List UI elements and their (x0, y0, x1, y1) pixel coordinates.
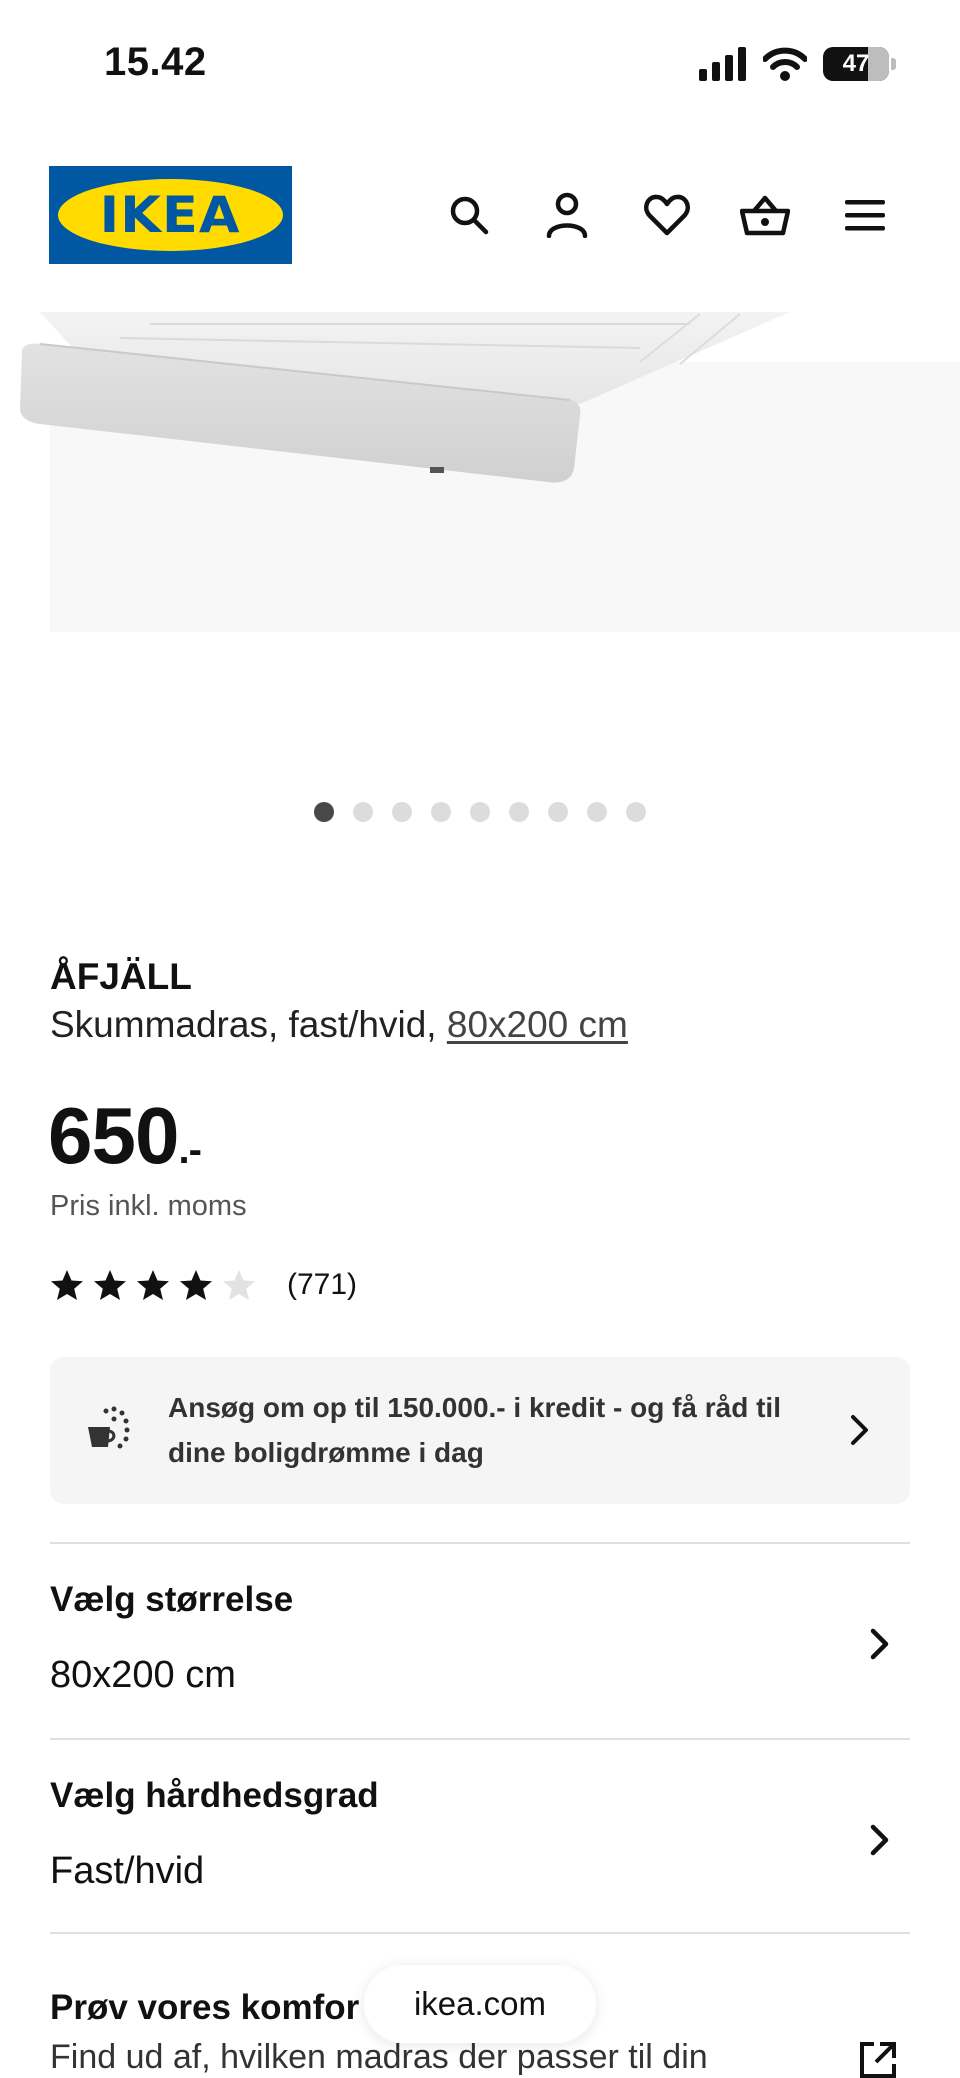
status-time: 15.42 (104, 40, 207, 84)
gallery-pagination (0, 802, 960, 822)
mattress-image (20, 312, 790, 483)
credit-banner[interactable]: Ansøg om op til 150.000.- i kredit - og … (50, 1357, 910, 1504)
price-note: Pris inkl. moms (50, 1190, 247, 1222)
wifi-icon (763, 47, 807, 81)
external-link-icon[interactable] (858, 2040, 898, 2078)
battery-tip (891, 58, 896, 70)
price-suffix: .- (178, 1128, 201, 1172)
logo-text: IKEA (100, 186, 241, 244)
size-link[interactable]: 80x200 cm (447, 1004, 628, 1045)
coffee-cup-icon (88, 1406, 130, 1449)
gallery-dot[interactable] (587, 802, 607, 822)
product-type: Skummadras, fast/hvid, (50, 1004, 447, 1045)
firmness-selector-value: Fast/hvid (50, 1850, 205, 1892)
size-selector-title: Vælg størrelse (50, 1580, 294, 1619)
battery-level: 47 (842, 50, 870, 77)
gallery-dot[interactable] (392, 802, 412, 822)
chevron-right-icon (870, 1628, 889, 1660)
star-filled-icon (51, 1270, 83, 1300)
battery-icon: 47 (823, 47, 889, 81)
gallery-dot[interactable] (431, 802, 451, 822)
basket-icon[interactable] (738, 188, 792, 242)
gallery-dot[interactable] (509, 802, 529, 822)
browser-url-bar[interactable]: ikea.com (364, 1965, 596, 2043)
favorites-icon[interactable] (640, 188, 694, 242)
chevron-right-icon (851, 1415, 868, 1445)
comfort-title: Prøv vores komfor (50, 1988, 360, 2027)
rating-count: (771) (287, 1268, 358, 1301)
credit-text: Ansøg om op til 150.000.- i kredit - og … (168, 1392, 781, 1468)
size-selector[interactable]: Vælg størrelse 80x200 cm (0, 1544, 960, 1738)
star-filled-icon (137, 1270, 169, 1300)
comfort-description: Find ud af, hvilken madras der passer ti… (50, 2038, 708, 2076)
star-filled-icon (180, 1270, 212, 1300)
firmness-selector[interactable]: Vælg hårdhedsgrad Fast/hvid (0, 1740, 960, 1932)
size-selector-value: 80x200 cm (50, 1654, 236, 1696)
product-price: 650.- (48, 1090, 202, 1182)
cellular-signal-icon (699, 47, 746, 81)
price-main: 650 (48, 1091, 179, 1180)
ikea-logo[interactable]: IKEA (49, 166, 292, 264)
gallery-dot[interactable] (353, 802, 373, 822)
logo-oval: IKEA (58, 179, 283, 251)
account-icon[interactable] (540, 188, 594, 242)
status-icons: 47 (699, 44, 896, 84)
product-description: Skummadras, fast/hvid, 80x200 cm (50, 1004, 628, 1046)
star-filled-icon (94, 1270, 126, 1300)
gallery-dot[interactable] (626, 802, 646, 822)
rating[interactable]: (771) (50, 1268, 357, 1302)
status-bar: 15.42 47 (0, 0, 960, 130)
search-icon[interactable] (442, 188, 496, 242)
divider (50, 1932, 910, 1934)
gallery-dot[interactable] (548, 802, 568, 822)
product-name: ÅFJÄLL (50, 956, 192, 997)
chevron-right-icon (870, 1824, 889, 1856)
star-empty-icon (223, 1270, 255, 1300)
gallery-dot[interactable] (470, 802, 490, 822)
firmness-selector-title: Vælg hårdhedsgrad (50, 1776, 379, 1815)
product-image[interactable] (0, 312, 960, 632)
menu-icon[interactable] (838, 188, 892, 242)
site-header: IKEA (0, 160, 960, 270)
gallery-dot[interactable] (314, 802, 334, 822)
